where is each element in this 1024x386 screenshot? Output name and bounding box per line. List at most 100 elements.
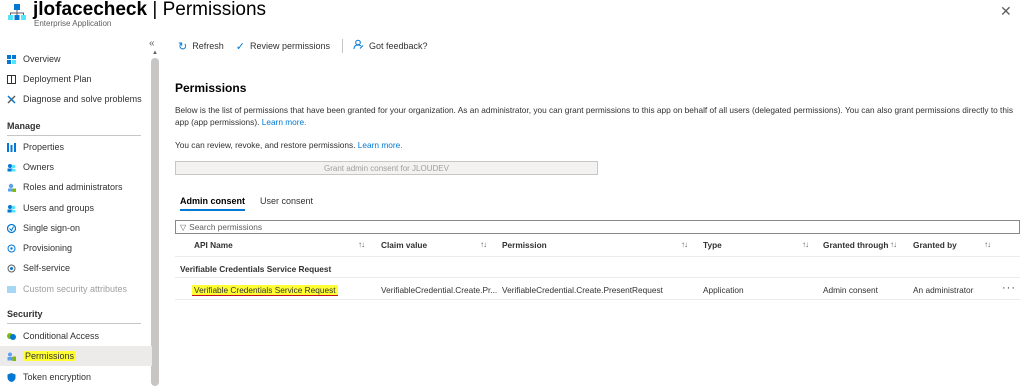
granted-through-cell: Admin consent: [823, 285, 878, 295]
refresh-label: Refresh: [192, 41, 224, 51]
overview-icon: [7, 54, 16, 64]
owners-icon: [7, 163, 16, 172]
sort-icon[interactable]: ↑↓: [358, 240, 365, 249]
search-placeholder: Search permissions: [189, 222, 263, 232]
sidebar-item-permissions[interactable]: Permissions: [0, 346, 152, 366]
review-description-text: You can review, revoke, and restore perm…: [175, 140, 356, 150]
description: Below is the list of permissions that ha…: [175, 104, 1015, 128]
claim-value-cell: VerifiableCredential.Create.Pr...: [381, 285, 498, 295]
sidebar-item-users-groups[interactable]: Users and groups: [0, 198, 152, 218]
sidebar-item-label: Permissions: [23, 351, 77, 361]
conditional-access-icon: [7, 332, 16, 341]
self-service-icon: [7, 264, 16, 273]
provisioning-icon: [7, 244, 16, 253]
sidebar-item-label: Single sign-on: [23, 223, 81, 233]
sidebar-item-conditional-access[interactable]: Conditional Access: [0, 326, 152, 346]
refresh-button[interactable]: ↻ Refresh: [178, 40, 224, 53]
divider: [175, 277, 1020, 278]
more-options-icon[interactable]: ···: [222, 3, 237, 17]
users-icon: [7, 204, 16, 213]
api-name-cell[interactable]: Verifiable Credentials Service Request: [192, 285, 338, 296]
wrench-icon: [7, 94, 16, 104]
sidebar-item-label: Owners: [23, 162, 55, 172]
divider: [7, 135, 141, 136]
permission-cell: VerifiableCredential.Create.PresentReque…: [502, 285, 663, 295]
toolbar-divider: [341, 39, 343, 53]
sidebar-item-token-encryption[interactable]: Token encryption: [0, 367, 152, 386]
enterprise-app-icon: [8, 4, 26, 20]
column-header-api-name[interactable]: API Name: [194, 240, 233, 250]
tab-user-consent[interactable]: User consent: [260, 196, 313, 211]
sidebar-item-label: Deployment Plan: [23, 74, 92, 84]
collapse-sidebar-icon[interactable]: «: [149, 38, 155, 49]
sidebar-item-roles[interactable]: Roles and administrators: [0, 177, 152, 197]
sidebar-item-deployment-plan[interactable]: Deployment Plan: [0, 69, 152, 89]
roles-icon: [7, 183, 16, 192]
group-header: Verifiable Credentials Service Request: [180, 264, 332, 274]
sidebar-item-self-service[interactable]: Self-service: [0, 258, 152, 278]
sidebar-item-overview[interactable]: Overview: [0, 49, 152, 69]
consent-tabs: Admin consent User consent: [180, 196, 328, 211]
sort-icon[interactable]: ↑↓: [480, 240, 487, 249]
column-header-granted-through[interactable]: Granted through: [823, 240, 888, 250]
security-heading: Security: [7, 309, 43, 319]
filter-icon: ▽: [180, 222, 187, 232]
sidebar-scrollbar[interactable]: [151, 58, 159, 386]
sidebar-item-label: Custom security attributes: [23, 284, 128, 294]
learn-more-link[interactable]: Learn more.: [262, 117, 307, 127]
sidebar-item-label: Token encryption: [23, 372, 92, 382]
close-icon[interactable]: ✕: [1000, 3, 1012, 20]
sidebar-item-label: Roles and administrators: [23, 182, 123, 192]
sidebar-item-custom-security-attributes[interactable]: Custom security attributes: [0, 279, 152, 299]
sort-icon[interactable]: ↑↓: [984, 240, 991, 249]
column-header-granted-by[interactable]: Granted by: [913, 240, 957, 250]
scroll-up-icon[interactable]: ▲: [152, 50, 158, 56]
sidebar-item-diagnose[interactable]: Diagnose and solve problems: [0, 89, 152, 109]
feedback-icon: [353, 39, 364, 53]
sort-icon[interactable]: ↑↓: [802, 240, 809, 249]
sidebar-item-label: Properties: [23, 142, 65, 152]
type-cell: Application: [703, 285, 744, 295]
api-name-link[interactable]: Verifiable Credentials Service Request: [192, 285, 338, 296]
sidebar-item-label: Self-service: [23, 263, 71, 273]
review-permissions-button[interactable]: ✓ Review permissions: [236, 40, 330, 53]
sort-icon[interactable]: ↑↓: [890, 240, 897, 249]
manage-heading: Manage: [7, 121, 41, 131]
sidebar-item-label: Conditional Access: [23, 331, 100, 341]
checkmark-icon: ✓: [235, 40, 245, 53]
column-header-type[interactable]: Type: [703, 240, 722, 250]
divider: [7, 323, 141, 324]
sidebar-item-provisioning[interactable]: Provisioning: [0, 238, 152, 258]
shield-icon: [7, 372, 16, 382]
review-description: You can review, revoke, and restore perm…: [175, 140, 403, 150]
feedback-button[interactable]: Got feedback?: [353, 39, 428, 53]
permissions-icon: [7, 352, 16, 361]
sort-icon[interactable]: ↑↓: [681, 240, 688, 249]
sidebar-item-owners[interactable]: Owners: [0, 157, 152, 177]
section-title: Permissions: [175, 81, 247, 95]
row-more-icon[interactable]: ···: [1002, 282, 1016, 294]
column-header-claim-value[interactable]: Claim value: [381, 240, 427, 250]
review-permissions-label: Review permissions: [249, 41, 330, 51]
tab-admin-consent[interactable]: Admin consent: [180, 196, 246, 211]
search-input[interactable]: ▽ Search permissions: [175, 220, 1020, 234]
sidebar-item-label: Diagnose and solve problems: [23, 94, 142, 104]
sidebar-item-properties[interactable]: Properties: [0, 137, 152, 157]
grant-admin-consent-button[interactable]: Grant admin consent for JLOUDEV: [175, 161, 598, 175]
sidebar-item-label: Provisioning: [23, 243, 73, 253]
column-header-permission[interactable]: Permission: [502, 240, 547, 250]
learn-more-link[interactable]: Learn more.: [358, 140, 403, 150]
properties-icon: [7, 142, 16, 152]
divider: [175, 256, 1020, 257]
page-subtitle: Enterprise Application: [34, 19, 112, 28]
sidebar-item-label: Overview: [23, 54, 61, 64]
feedback-label: Got feedback?: [368, 41, 428, 51]
sidebar-item-label: Users and groups: [23, 203, 95, 213]
sidebar-item-single-sign-on[interactable]: Single sign-on: [0, 218, 152, 238]
granted-by-cell: An administrator: [913, 285, 974, 295]
sso-icon: [6, 223, 17, 233]
divider: [175, 299, 1020, 300]
book-icon: [7, 74, 16, 84]
command-bar: ↻ Refresh ✓ Review permissions Got feedb…: [178, 38, 440, 54]
custom-attributes-icon: [7, 285, 16, 294]
